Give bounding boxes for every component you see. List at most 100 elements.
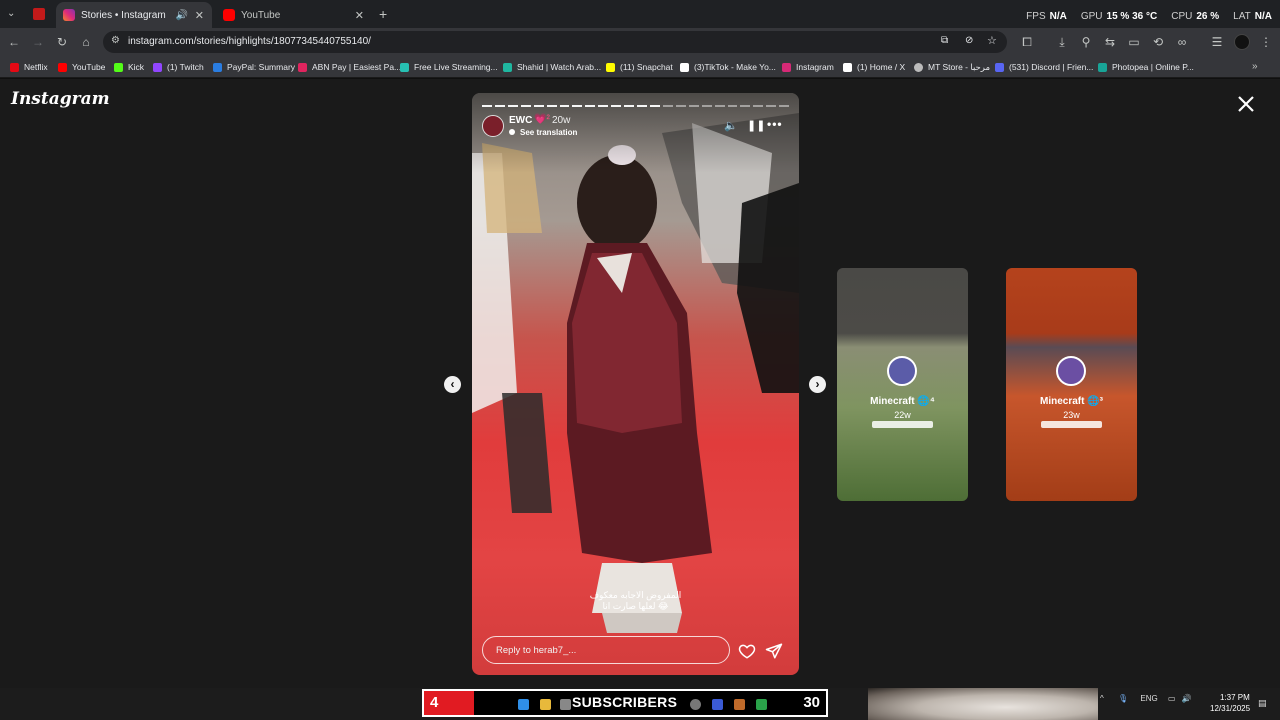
system-tray: ^ 🎙 ENG ▭ 🔊 [1100,694,1192,703]
avatar[interactable] [482,115,504,137]
bookmark-photopea[interactable]: Photopea | Online P... [1098,61,1194,73]
bookmarks-bar: Netflix YouTube Kick (1) Twitch PayPal: … [0,56,1280,78]
microphone-icon[interactable]: 🎙 [1118,694,1128,703]
bookmark-x[interactable]: (1) Home / X [843,61,905,73]
forward-icon[interactable]: → [30,34,46,50]
link-icon[interactable]: ∞ [1174,34,1190,50]
close-tab-icon[interactable]: ✕ [195,9,204,22]
instagram-story-viewer: Instagram EWC 💗² 20w See translation 🔈 ❚… [0,79,1280,688]
story-preview[interactable]: Minecraft 🌐³ 23w [1006,268,1137,501]
tab-title: YouTube [241,9,281,21]
extensions-icon[interactable]: ⧠ [1019,34,1035,50]
send-icon[interactable] [765,642,783,660]
see-translation-link[interactable]: See translation [509,128,577,137]
bookmark-paypal[interactable]: PayPal: Summary [213,61,295,73]
bookmark-star-icon[interactable]: ☆ [987,34,997,47]
close-tab-icon[interactable]: ✕ [355,9,364,22]
app-icon[interactable] [712,699,723,710]
story-highlight-badge: 💗² [534,114,550,125]
wallet-icon[interactable]: ▭ [1126,34,1142,50]
progress-segment [507,105,518,107]
install-app-icon[interactable]: ⧉ [941,35,948,46]
clock-time[interactable]: 1:37 PM [1220,693,1250,702]
address-bar[interactable]: ⚙ instagram.com/stories/highlights/18077… [103,31,1007,53]
bookmark-shahid[interactable]: Shahid | Watch Arab... [503,61,601,73]
story-preview[interactable]: Minecraft 🌐⁴ 22w [837,268,968,501]
bookmark-instagram[interactable]: Instagram [782,61,834,73]
close-icon[interactable] [1236,94,1256,114]
network-icon[interactable]: ▭ [1168,694,1176,703]
clock-date[interactable]: 12/31/2025 [1210,704,1250,713]
heart-icon[interactable] [738,642,756,660]
pause-icon[interactable]: ❚❚ [747,119,765,132]
bookmark-netflix[interactable]: Netflix [10,61,48,73]
download-icon[interactable]: ⤓ [1054,34,1070,50]
tab-strip: ⌄ Stories • Instagram 🔊 ✕ YouTube ✕ + FP… [0,0,1280,28]
bookmark-abn-pay[interactable]: ABN Pay | Easiest Pa... [298,61,401,73]
bookmark-youtube[interactable]: YouTube [58,61,105,73]
speaker-icon[interactable]: 🔊 [176,10,188,21]
translate-icon[interactable]: ⇆ [1102,34,1118,50]
paypal-icon [213,62,222,72]
bookmark-twitch[interactable]: (1) Twitch [153,61,204,73]
xbox-icon[interactable] [756,699,767,710]
profile-avatar[interactable] [1234,34,1250,50]
home-icon[interactable]: ⌂ [78,34,94,50]
bookmark-tiktok[interactable]: (3)TikTok - Make Yo... [680,61,776,73]
story-username[interactable]: EWC [509,115,532,126]
taskbar: 4 SUBSCRIBERS 30 ^ 🎙 ENG ▭ 🔊 1:37 PM 12/… [0,688,1280,720]
bookmark-free-live-streaming[interactable]: Free Live Streaming... [400,61,498,73]
progress-segment [675,105,686,107]
language-indicator[interactable]: ENG [1140,694,1157,703]
youtube-icon [223,9,235,21]
site-info-icon[interactable]: ⚙ [111,35,120,46]
bookmark-kick[interactable]: Kick [114,61,144,73]
reload-icon[interactable]: ↻ [54,34,70,50]
youtube-icon [58,62,67,72]
abn-pay-icon [298,62,307,72]
instagram-icon [782,62,791,72]
back-icon[interactable]: ← [6,34,22,50]
story-video [472,113,799,633]
progress-segment [714,105,725,107]
chevron-up-icon[interactable]: ^ [1100,694,1104,703]
app-icon[interactable] [734,699,745,710]
file-explorer-icon[interactable] [540,699,551,710]
tracking-protection-icon[interactable]: ⊘ [965,35,973,46]
instagram-logo[interactable]: Instagram [11,89,110,109]
story-timestamp: 20w [552,115,571,126]
reply-input[interactable]: Reply to herab7_... [482,636,730,664]
bookmark-snapchat[interactable]: (11) Snapchat [606,61,673,73]
bookmark-mt-store[interactable]: MT Store - مرحبا [914,61,990,73]
progress-segment [766,105,777,107]
tab-youtube[interactable]: YouTube ✕ [216,2,372,28]
history-icon[interactable]: ⟲ [1150,34,1166,50]
preview-caption-band [872,421,933,428]
story-caption: المفروض الاجابه معكوف لعلها صارت انا 😂 [472,590,799,612]
photopea-icon [1098,62,1107,72]
menu-icon[interactable]: ⋮ [1258,34,1274,50]
app-icon[interactable] [690,699,701,710]
subscriber-counter-widget: 4 SUBSCRIBERS 30 [422,689,828,717]
volume-icon[interactable]: 🔈 [724,119,738,132]
new-tab-button[interactable]: + [379,6,387,22]
url-text[interactable]: instagram.com/stories/highlights/1807734… [128,36,371,47]
sidebar-icon[interactable]: ☰ [1209,34,1225,50]
windows-start-icon[interactable] [518,699,529,710]
subscriber-goal-left: 4 [424,691,474,715]
more-options-icon[interactable]: ••• [767,117,783,131]
vpn-icon[interactable]: ⚲ [1078,34,1094,50]
notifications-icon[interactable]: ▤ [1258,698,1267,709]
next-story-button[interactable]: › [809,376,826,393]
previous-story-button[interactable]: ‹ [444,376,461,393]
app-icon[interactable] [560,699,571,710]
pinned-tab-icon[interactable] [33,8,45,20]
volume-icon[interactable]: 🔊 [1182,694,1192,703]
story-card[interactable]: EWC 💗² 20w See translation 🔈 ❚❚ ••• المف… [472,93,799,675]
more-bookmarks-icon[interactable]: » [1252,61,1258,72]
progress-segment [598,105,609,107]
bookmark-discord[interactable]: (531) Discord | Frien... [995,61,1093,73]
tab-instagram[interactable]: Stories • Instagram 🔊 ✕ [56,2,212,28]
preview-caption-band [1041,421,1102,428]
tab-search-button[interactable]: ⌄ [7,8,15,19]
